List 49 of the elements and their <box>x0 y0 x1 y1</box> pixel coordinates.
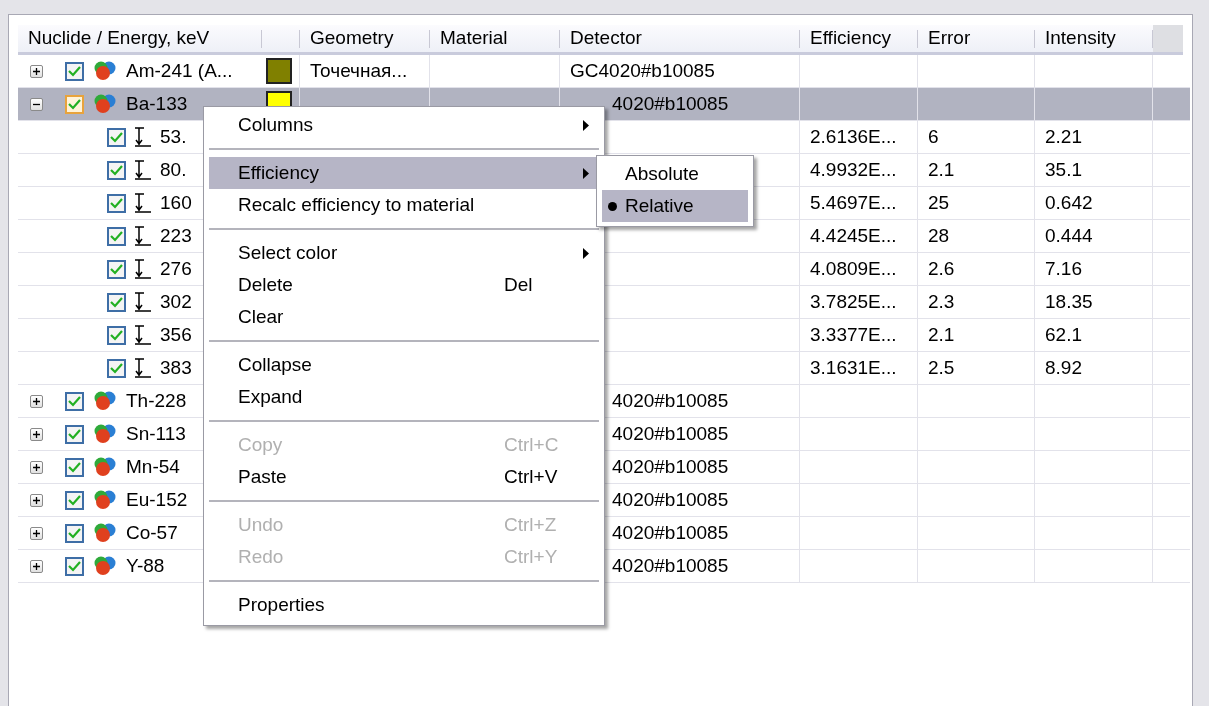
detector-value: 4020#b10085 <box>612 93 729 115</box>
energy-value: 223 <box>160 225 192 247</box>
error-value: 2.1 <box>928 159 955 181</box>
efficiency-value: 2.6136E... <box>810 126 897 148</box>
detector-value: 4020#b10085 <box>612 522 729 544</box>
error-value: 6 <box>928 126 939 148</box>
intensity-value: 2.21 <box>1045 126 1082 148</box>
intensity-value: 18.35 <box>1045 291 1093 313</box>
geometry-value: Точечная... <box>310 60 408 82</box>
efficiency-value: 4.4245E... <box>810 225 897 247</box>
nuclide-name: Co-57 <box>126 522 178 544</box>
nuclide-name: Th-228 <box>126 390 187 412</box>
error-value: 28 <box>928 225 950 247</box>
nuclide-name: Sn-113 <box>126 423 186 445</box>
nuclide-name: Y-88 <box>126 555 165 577</box>
energy-value: 276 <box>160 258 192 280</box>
detector-value: 4020#b10085 <box>612 555 729 577</box>
intensity-value: 0.642 <box>1045 192 1093 214</box>
detector-value: 4020#b10085 <box>612 390 729 412</box>
energy-value: 80. <box>160 159 187 181</box>
nuclide-name: Eu-152 <box>126 489 188 511</box>
error-value: 2.6 <box>928 258 955 280</box>
efficiency-value: 3.3377E... <box>810 324 897 346</box>
detector-value: GC4020#b10085 <box>570 60 715 82</box>
error-value: 2.5 <box>928 357 955 379</box>
energy-value: 302 <box>160 291 192 313</box>
error-value: 2.3 <box>928 291 955 313</box>
error-value: 2.1 <box>928 324 955 346</box>
energy-value: 53. <box>160 126 187 148</box>
efficiency-value: 3.7825E... <box>810 291 897 313</box>
detector-value: 4020#b10085 <box>612 489 729 511</box>
energy-value: 383 <box>160 357 192 379</box>
detector-value: 4020#b10085 <box>612 456 729 478</box>
intensity-value: 7.16 <box>1045 258 1082 280</box>
energy-value: 356 <box>160 324 192 346</box>
detector-value: 4020#b10085 <box>612 423 729 445</box>
intensity-value: 35.1 <box>1045 159 1082 181</box>
efficiency-value: 3.1631E... <box>810 357 897 379</box>
nuclide-name: Mn-54 <box>126 456 180 478</box>
nuclide-name: Am-241 (A... <box>126 60 233 82</box>
intensity-value: 0.444 <box>1045 225 1093 247</box>
intensity-value: 8.92 <box>1045 357 1082 379</box>
intensity-value: 62.1 <box>1045 324 1082 346</box>
efficiency-value: 5.4697E... <box>810 192 897 214</box>
efficiency-value: 4.9932E... <box>810 159 897 181</box>
efficiency-value: 4.0809E... <box>810 258 897 280</box>
energy-value: 160 <box>160 192 192 214</box>
nuclide-name: Ba-133 <box>126 93 188 115</box>
error-value: 25 <box>928 192 950 214</box>
